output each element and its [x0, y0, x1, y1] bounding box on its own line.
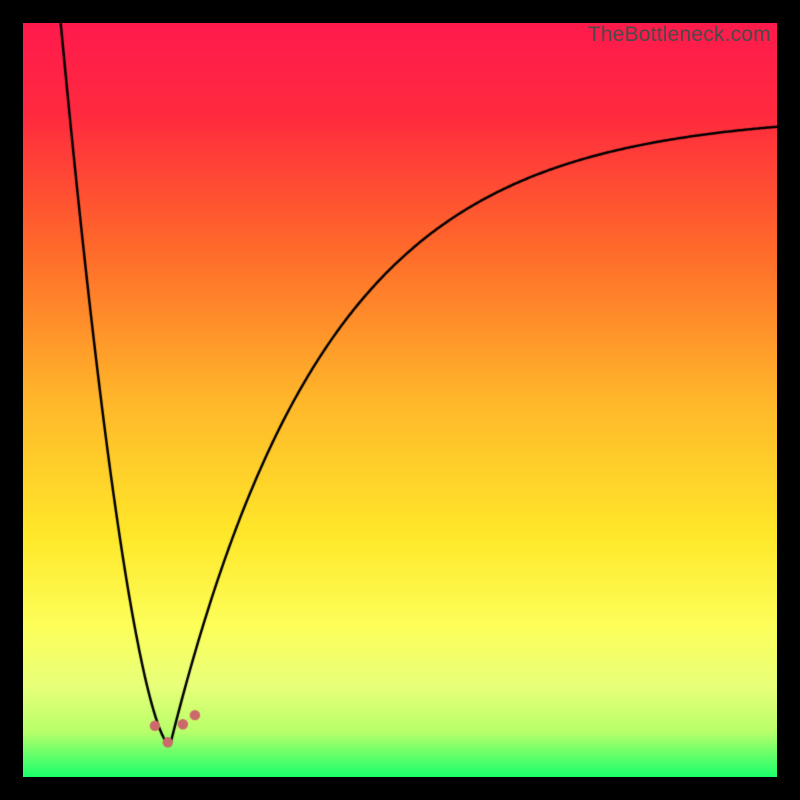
bottleneck-chart-canvas: [23, 23, 777, 777]
chart-frame: TheBottleneck.com: [23, 23, 777, 777]
watermark-label: TheBottleneck.com: [588, 23, 771, 47]
